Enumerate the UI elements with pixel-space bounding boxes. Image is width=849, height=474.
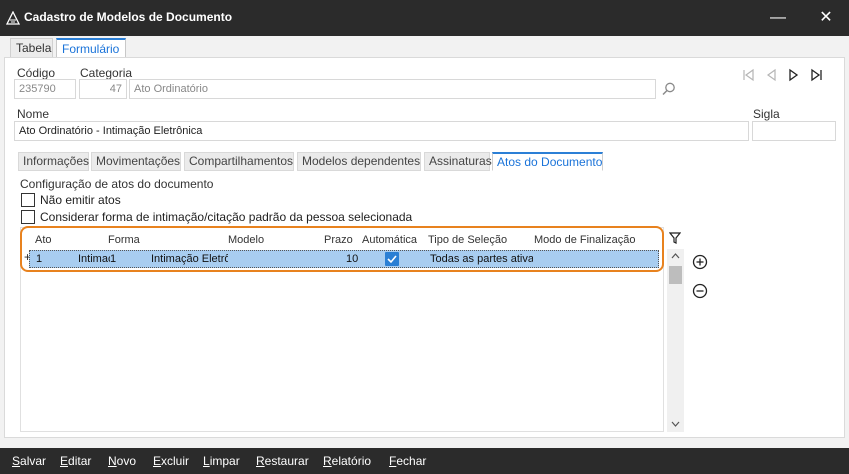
excluir-button[interactable]: Excluir — [153, 454, 189, 468]
tab-formulario[interactable]: Formulário — [56, 38, 126, 58]
nome-label: Nome — [17, 107, 50, 121]
app-logo-icon — [6, 11, 20, 25]
plus-circle-icon[interactable] — [692, 254, 708, 270]
cell-prazo: 10 — [346, 253, 359, 265]
scroll-thumb[interactable] — [669, 266, 682, 284]
codigo-field[interactable]: 235790 — [14, 79, 76, 99]
last-record-icon[interactable] — [808, 66, 824, 84]
close-button[interactable]: ✕ — [803, 0, 849, 36]
column-header-modelo[interactable]: Modelo — [228, 234, 264, 246]
atos-grid[interactable]: Ato Forma Modelo Prazo Automática Tipo d… — [20, 227, 664, 432]
cell-modelo: Intimação Eletrônica — [151, 253, 228, 265]
cell-automatica-checkbox[interactable] — [385, 252, 399, 266]
cell-forma: Intimação — [78, 253, 110, 265]
novo-button[interactable]: Novo — [108, 454, 136, 468]
sigla-field[interactable] — [752, 121, 836, 141]
window-title: Cadastro de Modelos de Documento — [24, 10, 233, 24]
column-header-ato[interactable]: Ato — [35, 234, 52, 246]
filter-icon[interactable] — [669, 231, 681, 245]
limpar-button[interactable]: Limpar — [203, 454, 240, 468]
action-bar: Salvar Editar Novo Excluir Limpar Restau… — [0, 448, 849, 474]
tab-assinaturas[interactable]: Assinaturas — [424, 152, 492, 171]
nome-field[interactable]: Ato Ordinatório - Intimação Eletrônica — [14, 121, 749, 141]
column-header-tipo-selecao[interactable]: Tipo de Seleção — [428, 234, 507, 246]
minimize-button[interactable]: — — [755, 0, 801, 36]
scroll-up-icon[interactable] — [667, 249, 684, 264]
table-row[interactable]: 1 Intimação 1 Intimação Eletrônica 10 To… — [29, 250, 659, 268]
nao-emitir-label: Não emitir atos — [40, 193, 121, 207]
scroll-down-icon[interactable] — [667, 417, 684, 432]
checkmark-icon — [387, 255, 397, 264]
first-record-icon[interactable] — [741, 66, 757, 84]
column-header-automatica[interactable]: Automática — [362, 234, 417, 246]
categoria-label: Categoria — [80, 66, 133, 80]
previous-record-icon[interactable] — [764, 66, 780, 84]
tab-movimentacoes[interactable]: Movimentações — [91, 152, 181, 171]
column-header-forma[interactable]: Forma — [108, 234, 140, 246]
tab-tabela[interactable]: Tabela — [10, 38, 53, 58]
codigo-label: Código — [17, 66, 56, 80]
salvar-button[interactable]: Salvar — [12, 454, 46, 468]
restaurar-button[interactable]: Restaurar — [256, 454, 309, 468]
minus-circle-icon[interactable] — [692, 283, 708, 299]
magnifier-icon[interactable] — [661, 81, 677, 97]
column-header-prazo[interactable]: Prazo — [324, 234, 353, 246]
title-bar: Cadastro de Modelos de Documento — ✕ — [0, 0, 849, 36]
categoria-id-field[interactable]: 47 — [79, 79, 127, 99]
tab-informacoes[interactable]: Informações — [18, 152, 89, 171]
tab-compartilhamentos[interactable]: Compartilhamentos — [184, 152, 294, 171]
considerar-forma-label: Considerar forma de intimação/citação pa… — [40, 210, 413, 224]
section-title: Configuração de atos do documento — [20, 177, 214, 191]
cell-modelo-id: 1 — [110, 253, 117, 265]
editar-button[interactable]: Editar — [60, 454, 91, 468]
tab-atos-do-documento[interactable]: Atos do Documento — [492, 152, 603, 171]
tab-modelos-dependentes[interactable]: Modelos dependentes — [297, 152, 421, 171]
next-record-icon[interactable] — [786, 66, 802, 84]
cell-ato: 1 — [36, 253, 43, 265]
grid-scrollbar[interactable] — [667, 249, 684, 432]
cell-tipo-selecao: Todas as partes ativas — [430, 253, 533, 265]
nao-emitir-checkbox[interactable] — [21, 193, 35, 207]
sigla-label: Sigla — [753, 107, 780, 121]
fechar-button[interactable]: Fechar — [389, 454, 426, 468]
categoria-name-field[interactable]: Ato Ordinatório — [129, 79, 656, 99]
considerar-forma-checkbox[interactable] — [21, 210, 35, 224]
relatorio-button[interactable]: Relatório — [323, 454, 371, 468]
column-header-modo-finalizacao[interactable]: Modo de Finalização — [534, 234, 636, 246]
